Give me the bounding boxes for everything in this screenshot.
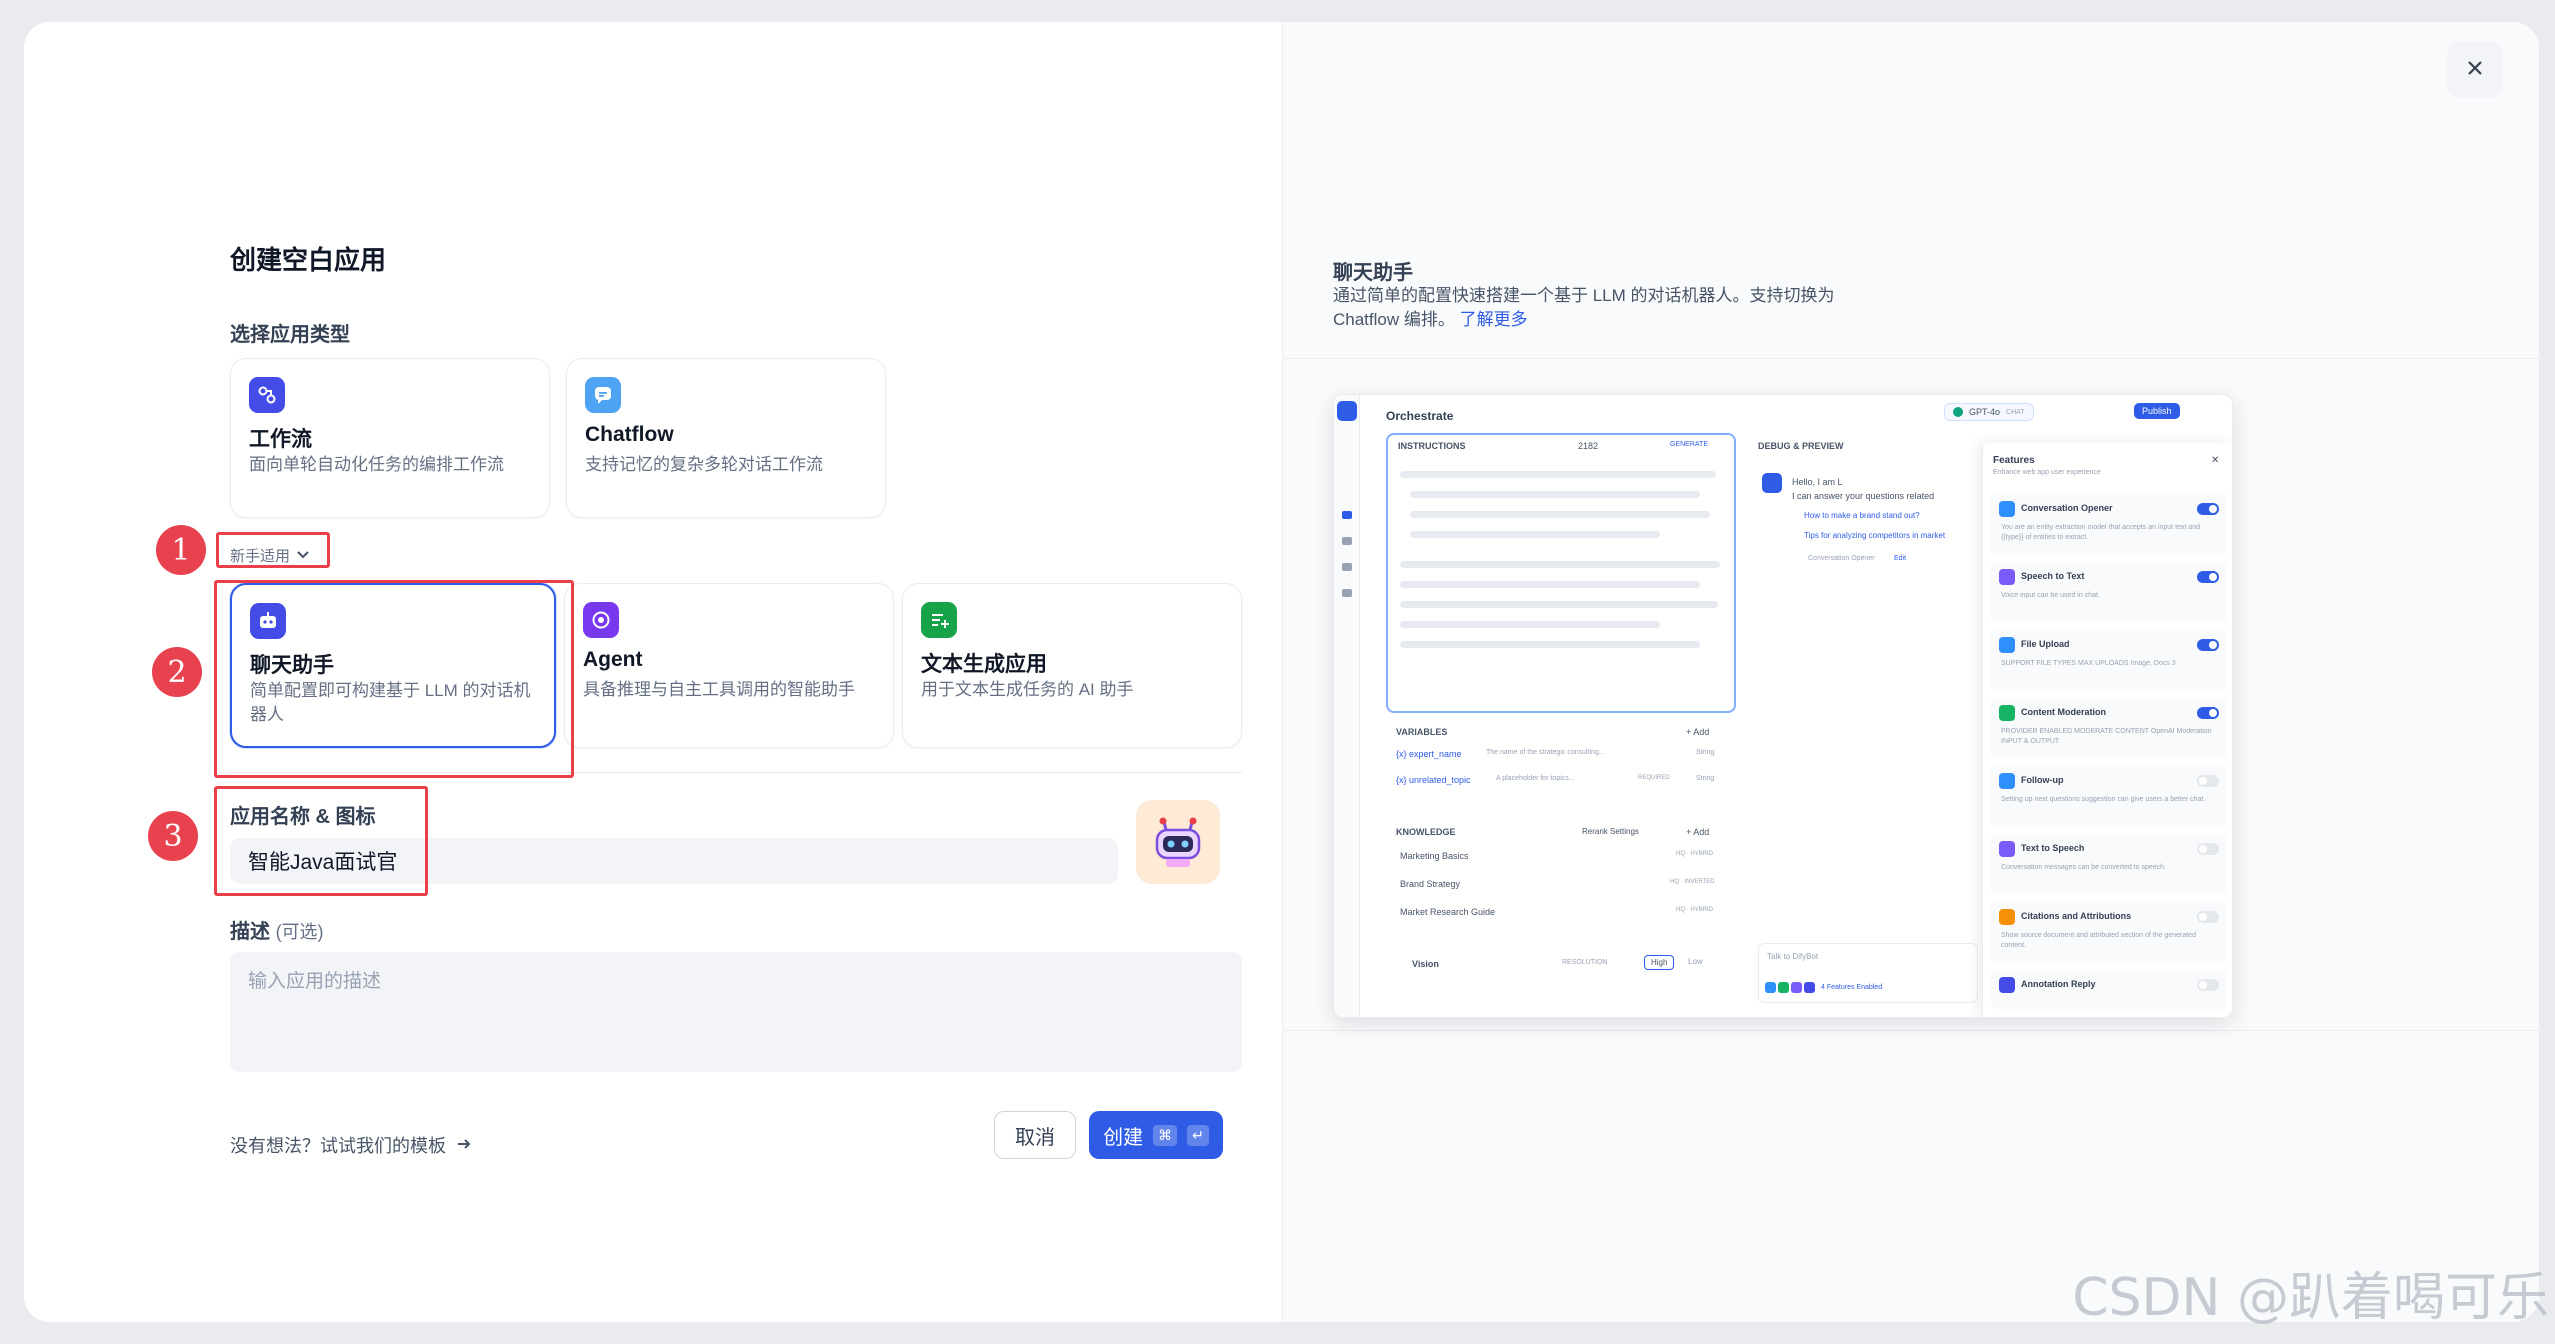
text-gen-icon [921, 602, 957, 638]
workflow-icon [249, 377, 285, 413]
form-panel: 创建空白应用 选择应用类型 工作流 面向单轮自动化任务的编排工作流 Chatfl… [24, 22, 1282, 1322]
chatflow-icon [585, 377, 621, 413]
model-icon [1953, 407, 1963, 417]
cmd-key-icon: ⌘ [1153, 1124, 1178, 1146]
feature-toggle [2197, 979, 2219, 991]
mock-nav-icon [1342, 511, 1352, 519]
card-chatflow[interactable]: Chatflow 支持记忆的复杂多轮对话工作流 [566, 358, 886, 518]
description-label: 描述 (可选) [230, 921, 324, 943]
feature-item: Text to Speech Conversation messages can… [1991, 833, 2227, 895]
mock-vision: Vision RESOLUTION High Low [1412, 955, 1703, 970]
mock-app-icon [1337, 401, 1357, 421]
mock-publish-button: Publish [2134, 403, 2180, 419]
mock-nav-icon [1342, 537, 1352, 545]
agent-icon [583, 602, 619, 638]
preview-panel: 聊天助手 通过简单的配置快速搭建一个基于 LLM 的对话机器人。支持切换为 Ch… [1282, 22, 2539, 1322]
create-button[interactable]: 创建 ⌘ ↵ [1089, 1111, 1223, 1159]
enter-key-icon: ↵ [1187, 1124, 1209, 1146]
chat-bot-icon [250, 603, 286, 639]
mock-orchestrate: Orchestrate [1386, 409, 1454, 423]
card-desc: 用于文本生成任务的 AI 助手 [921, 680, 1134, 699]
annotation-badge-3: 3 [148, 811, 198, 861]
cancel-button[interactable]: 取消 [994, 1111, 1076, 1159]
app-name-label: 应用名称 & 图标 [230, 806, 376, 828]
mock-bot-avatar [1762, 473, 1782, 493]
feature-item: Annotation Reply [1991, 969, 2227, 1009]
mock-nav-icon [1342, 589, 1352, 597]
feature-icon [1999, 841, 2015, 857]
arrow-right-icon [456, 1135, 472, 1156]
mock-instructions: INSTRUCTIONS 2182 GENERATE [1386, 433, 1736, 713]
mock-knowledge: KNOWLEDGE Rerank Settings + Add Marketin… [1396, 827, 1715, 917]
feature-icon [1999, 773, 2015, 789]
card-title: 文本生成应用 [921, 653, 1047, 676]
mock-feature-icons [1765, 982, 1817, 994]
mock-variables: VARIABLES + Add {x} expert_name The name… [1396, 727, 1715, 785]
mock-model-select: GPT-4o CHAT [1944, 403, 2034, 421]
create-button-label: 创建 [1103, 1126, 1144, 1149]
card-desc: 支持记忆的复杂多轮对话工作流 [585, 455, 823, 474]
feature-item: Follow-up Setting up next questions sugg… [1991, 765, 2227, 827]
card-desc: 具备推理与自主工具调用的智能助手 [583, 680, 855, 699]
watermark: CSDN @趴着喝可乐 [2072, 1268, 2549, 1328]
preview-desc: 通过简单的配置快速搭建一个基于 LLM 的对话机器人。支持切换为 Chatflo… [1333, 286, 1835, 329]
app-type-label: 选择应用类型 [230, 324, 350, 346]
preview-mock-window: Orchestrate GPT-4o CHAT Publish INSTRUCT… [1333, 394, 2233, 1018]
beginner-toggle[interactable]: 新手适用 [230, 545, 310, 566]
mock-nav-icon [1342, 563, 1352, 571]
feature-toggle [2197, 843, 2219, 855]
app-name-input[interactable]: 智能Java面试官 [230, 838, 1118, 884]
mock-debug-title: DEBUG & PREVIEW [1758, 441, 1844, 451]
preview-title: 聊天助手 [1333, 262, 1413, 284]
feature-icon [1999, 705, 2015, 721]
description-input[interactable]: 输入应用的描述 [230, 952, 1242, 1072]
card-title: 工作流 [249, 428, 312, 451]
preview-divider [1283, 358, 2539, 359]
annotation-badge-1: 1 [156, 525, 206, 575]
feature-toggle [2197, 911, 2219, 923]
annotation-badge-2: 2 [152, 647, 202, 697]
card-chat-assistant[interactable]: 聊天助手 简单配置即可构建基于 LLM 的对话机器人 [230, 583, 556, 748]
card-desc: 面向单轮自动化任务的编排工作流 [249, 455, 504, 474]
feature-toggle [2197, 707, 2219, 719]
mock-sidebar [1334, 395, 1360, 1017]
robot-avatar-icon[interactable] [1136, 800, 1220, 884]
feature-toggle [2197, 503, 2219, 515]
template-link[interactable]: 没有想法？试试我们的模板 [230, 1132, 472, 1158]
feature-icon [1999, 501, 2015, 517]
close-icon [2466, 59, 2484, 82]
card-agent[interactable]: Agent 具备推理与自主工具调用的智能助手 [564, 583, 894, 748]
learn-more-link[interactable]: 了解更多 [1460, 310, 1528, 329]
close-button[interactable] [2447, 42, 2503, 98]
feature-item: Content Moderation PROVIDER ENABLED MODE… [1991, 697, 2227, 759]
feature-icon [1999, 977, 2015, 993]
create-app-modal: 创建空白应用 选择应用类型 工作流 面向单轮自动化任务的编排工作流 Chatfl… [24, 22, 2539, 1322]
chevron-down-icon [296, 547, 310, 564]
feature-icon [1999, 569, 2015, 585]
mock-features-panel: Features Enhance web app user experience… [1982, 443, 2232, 1017]
feature-icon [1999, 909, 2015, 925]
preview-divider-bottom [1283, 1030, 2539, 1031]
feature-item: Conversation Opener You are an entity ex… [1991, 493, 2227, 555]
mock-chat-input: Talk to DifyBot 4 Features Enabled [1758, 943, 1978, 1003]
card-text-generator[interactable]: 文本生成应用 用于文本生成任务的 AI 助手 [902, 583, 1242, 748]
feature-toggle [2197, 775, 2219, 787]
card-desc: 简单配置即可构建基于 LLM 的对话机器人 [250, 681, 531, 724]
beginner-toggle-label: 新手适用 [230, 548, 291, 565]
card-workflow[interactable]: 工作流 面向单轮自动化任务的编排工作流 [230, 358, 550, 518]
feature-item: File Upload SUPPORT FILE TYPES MAX UPLOA… [1991, 629, 2227, 691]
page-title: 创建空白应用 [230, 245, 387, 275]
feature-toggle [2197, 571, 2219, 583]
mock-close-icon: ✕ [2211, 455, 2220, 466]
section-divider [230, 772, 1242, 773]
card-title: Chatflow [585, 423, 674, 446]
feature-toggle [2197, 639, 2219, 651]
card-title: Agent [583, 648, 643, 671]
card-title: 聊天助手 [250, 654, 334, 677]
feature-icon [1999, 637, 2015, 653]
feature-item: Speech to Text Voice input can be used i… [1991, 561, 2227, 623]
optional-hint: (可选) [275, 922, 324, 942]
feature-item: Citations and Attributions Show source d… [1991, 901, 2227, 963]
